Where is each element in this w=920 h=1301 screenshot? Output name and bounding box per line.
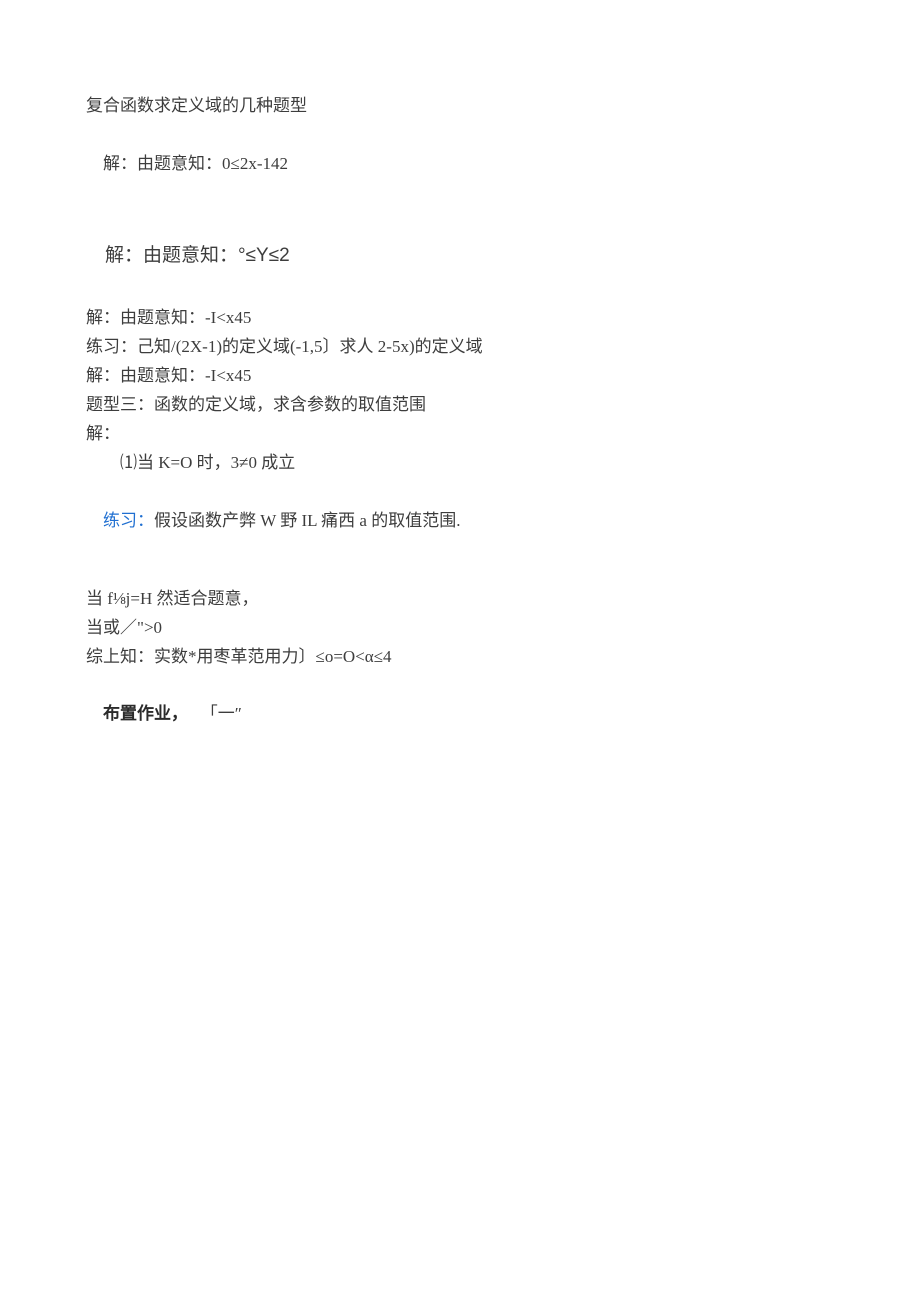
solution-line-3: 解：由题意知：-I<x45 [86, 304, 834, 333]
solution-line-1: 解：由题意知：0≤2x-142 [86, 121, 834, 208]
blank-line [86, 564, 834, 584]
title-line: 复合函数求定义域的几种题型 [86, 92, 834, 121]
practice-line-1: 练习：己知/(2X-1)的定义域(-1,5〕求人 2-5x)的定义域 [86, 333, 834, 362]
case-line-3: 当或／">0 [86, 614, 834, 643]
practice-label: 练习： [103, 511, 154, 530]
text-fragment: 假设函数产弊 W 野 IL 痛西 a 的取值范围. [154, 511, 460, 530]
document-page: 复合函数求定义域的几种题型 解：由题意知：0≤2x-142 解：由题意知：°≤Y… [0, 0, 920, 1301]
homework-line: 布置作业， 「一″ [86, 672, 834, 759]
section-heading: 题型三：函数的定义域，求含参数的取值范围 [86, 391, 834, 420]
solution-line-4: 解：由题意知：-I<x45 [86, 362, 834, 391]
summary-line: 综上知：实数*用枣革范用力〕≤o=O<α≤4 [86, 643, 834, 672]
homework-label: 布置作业， [103, 704, 188, 723]
solution-line-2: 解：由题意知：°≤Y≤2 [86, 208, 834, 305]
solution-marker: 解： [86, 420, 834, 449]
math-fragment: °≤Y≤2 [238, 245, 290, 266]
text-fragment: 解：由题意知： [105, 245, 238, 266]
text-fragment: 「一″ [188, 704, 242, 723]
case-line-1: ⑴当 K=O 时，3≠0 成立 [86, 449, 834, 478]
practice-line-2: 练习：假设函数产弊 W 野 IL 痛西 a 的取值范围. [86, 478, 834, 565]
case-line-2: 当 f⅛j=H 然适合题意， [86, 585, 834, 614]
text-fragment: 解：由题意知：0≤2x-142 [103, 154, 288, 173]
